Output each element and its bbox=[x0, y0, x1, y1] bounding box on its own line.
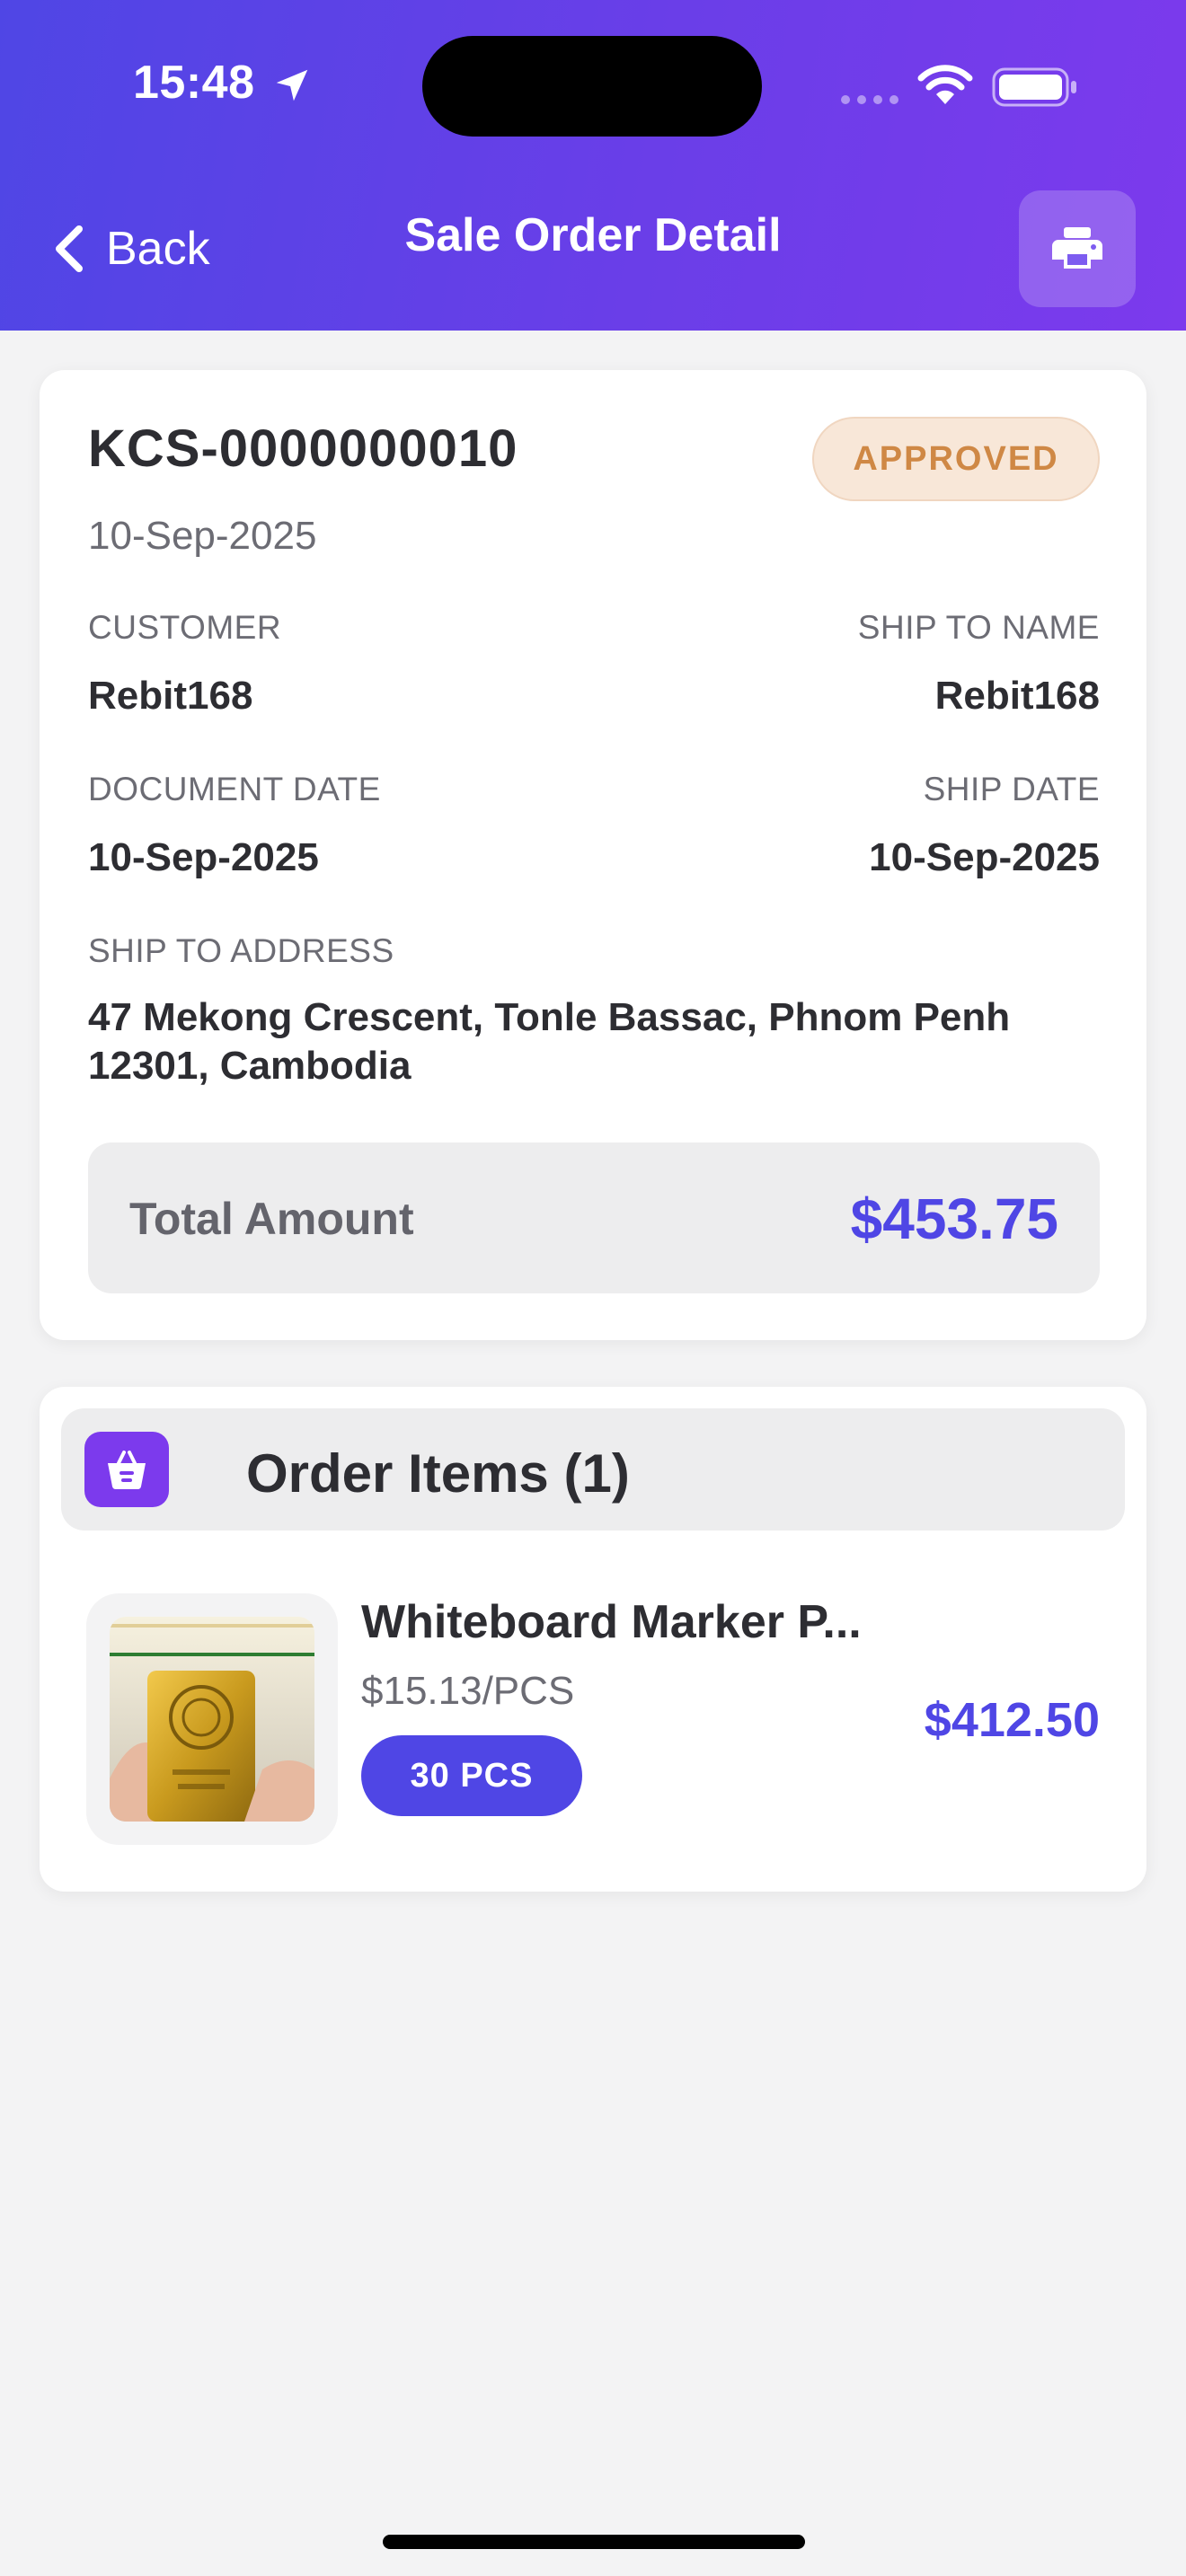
cellular-signal-icon bbox=[841, 95, 898, 104]
print-button[interactable] bbox=[1019, 190, 1136, 307]
order-items-card: Order Items (1) Whiteboard Marker P... $… bbox=[40, 1387, 1146, 1892]
ship-to-address-label: SHIP TO ADDRESS bbox=[88, 932, 394, 969]
header: 15:48 Back Sale Order Detail bbox=[0, 0, 1186, 331]
ship-to-address-value: 47 Mekong Crescent, Tonle Bassac, Phnom … bbox=[88, 995, 1011, 1088]
total-amount-box: Total Amount $453.75 bbox=[88, 1142, 1100, 1293]
customer-value: Rebit168 bbox=[88, 674, 253, 718]
order-items-title: Order Items (1) bbox=[246, 1443, 630, 1504]
ship-to-name-value: Rebit168 bbox=[934, 674, 1100, 718]
item-thumbnail bbox=[86, 1593, 338, 1845]
shopping-basket-icon bbox=[84, 1432, 169, 1507]
dynamic-island bbox=[422, 36, 762, 137]
document-date-value: 10-Sep-2025 bbox=[88, 835, 319, 879]
wifi-icon bbox=[917, 65, 973, 104]
customer-label: CUSTOMER bbox=[88, 609, 282, 646]
order-summary-card: KCS-0000000010 10-Sep-2025 APPROVED CUST… bbox=[40, 370, 1146, 1340]
status-time: 15:48 bbox=[133, 57, 255, 109]
home-indicator[interactable] bbox=[383, 2535, 805, 2549]
printer-icon bbox=[1052, 227, 1102, 269]
total-amount-label: Total Amount bbox=[129, 1194, 414, 1244]
order-date: 10-Sep-2025 bbox=[88, 514, 317, 558]
basket-glyph-icon bbox=[108, 1451, 146, 1490]
total-amount-value: $453.75 bbox=[850, 1187, 1058, 1251]
ship-to-name-label: SHIP TO NAME bbox=[857, 609, 1100, 646]
item-quantity-badge: 30 PCS bbox=[361, 1735, 582, 1816]
item-image bbox=[110, 1617, 314, 1822]
ship-date-value: 10-Sep-2025 bbox=[869, 835, 1100, 879]
status-badge: APPROVED bbox=[812, 417, 1100, 501]
page-title: Sale Order Detail bbox=[404, 209, 782, 261]
battery-icon bbox=[992, 67, 1076, 107]
order-number: KCS-0000000010 bbox=[88, 419, 518, 478]
document-date-label: DOCUMENT DATE bbox=[88, 771, 381, 807]
ship-date-label: SHIP DATE bbox=[923, 771, 1100, 807]
item-unit-price: $15.13/PCS bbox=[361, 1669, 575, 1713]
order-items-header: Order Items (1) bbox=[61, 1408, 1125, 1531]
status-bar: 15:48 bbox=[0, 0, 1186, 180]
location-arrow-icon bbox=[276, 69, 308, 101]
item-name: Whiteboard Marker P... bbox=[361, 1596, 862, 1648]
item-line-total: $412.50 bbox=[924, 1693, 1100, 1747]
